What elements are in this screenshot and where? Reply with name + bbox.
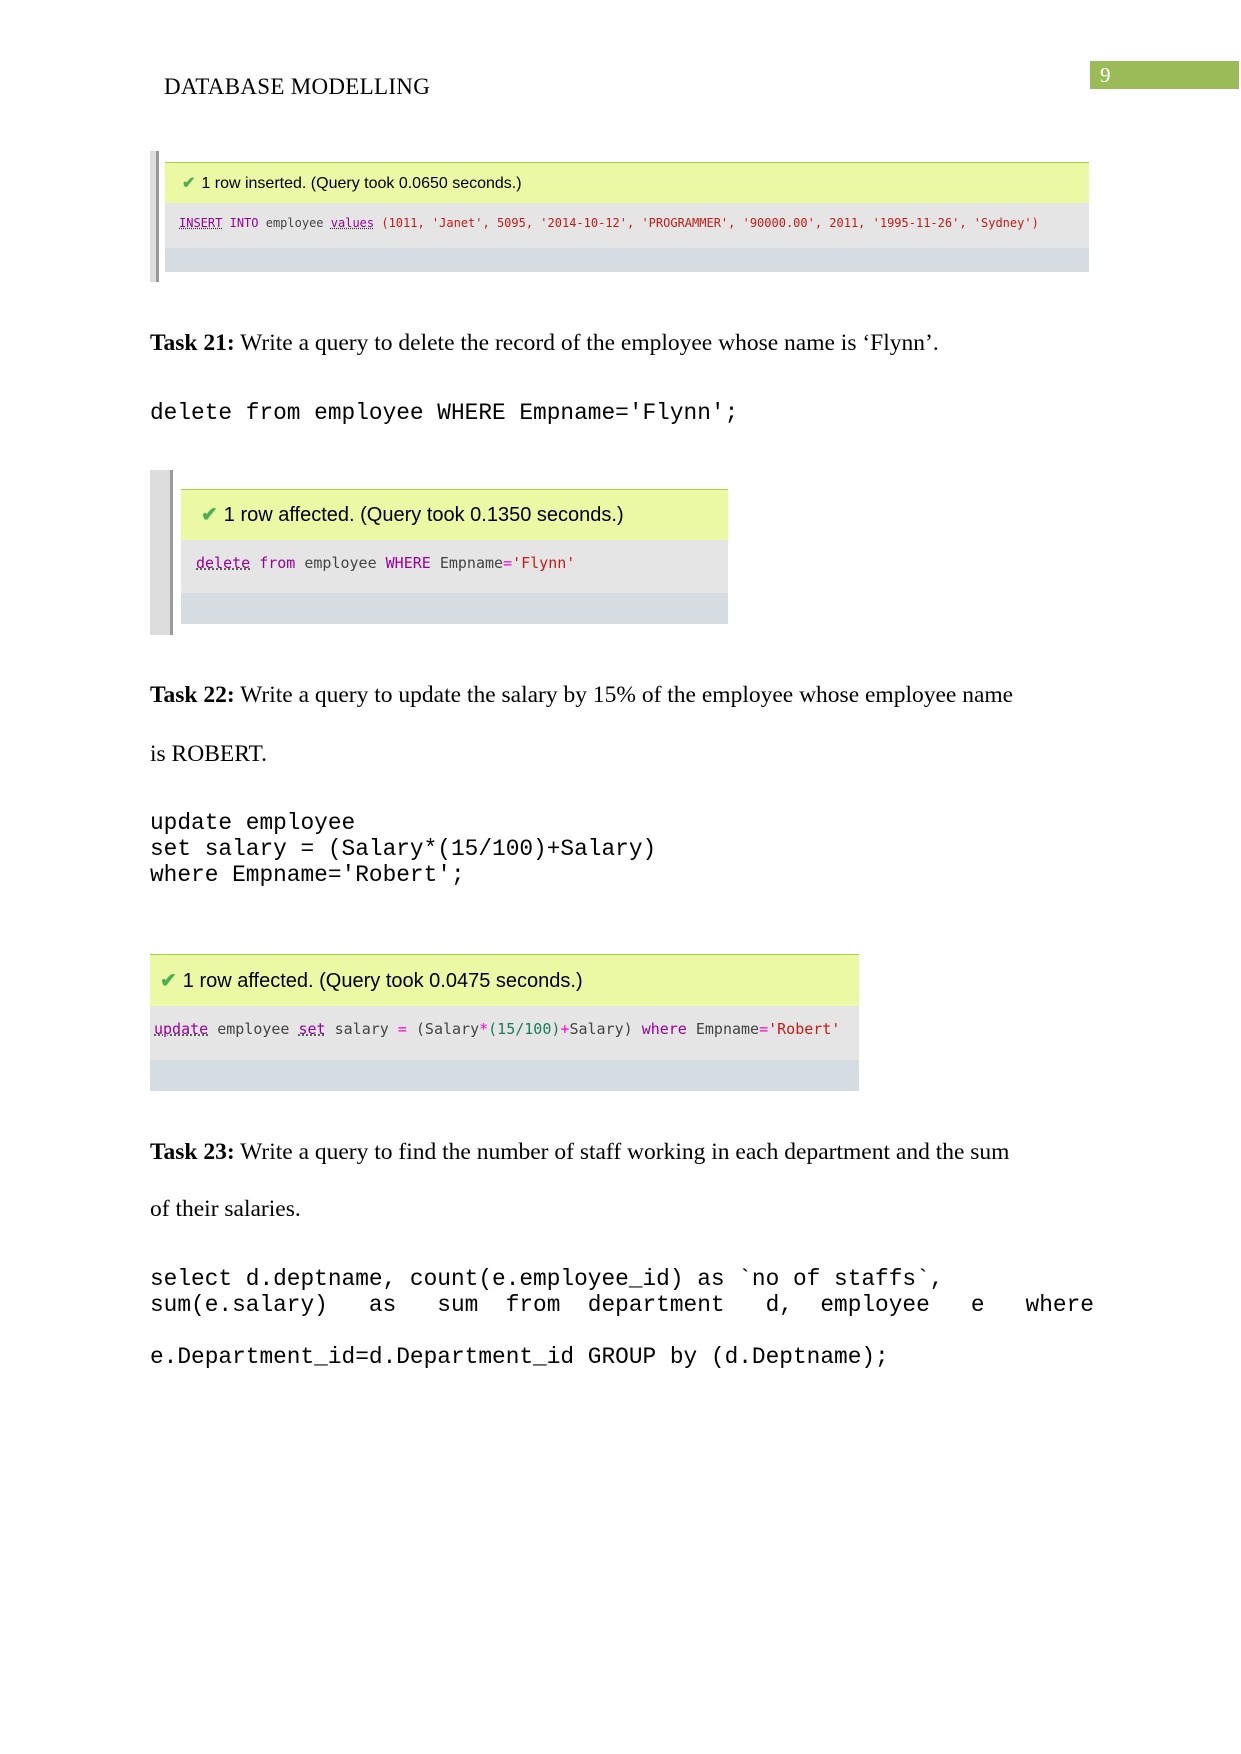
sql-expr: (15/100) bbox=[488, 1020, 561, 1038]
sql-statement: update employee set salary = (Salary*(15… bbox=[150, 1006, 859, 1060]
sql-keyword: update bbox=[154, 1020, 209, 1038]
sql-column: salary bbox=[334, 1020, 389, 1038]
delete-result-screenshot: ✔ 1 row affected. (Query took 0.1350 seco… bbox=[150, 470, 728, 635]
page-number: 9 bbox=[1100, 63, 1111, 87]
sql-operator: = bbox=[503, 554, 513, 572]
sql-expr: Salary) bbox=[569, 1020, 633, 1038]
task-22-code: update employee set salary = (Salary*(15… bbox=[150, 810, 657, 888]
sql-keyword: from bbox=[259, 554, 296, 572]
sql-statement: INSERT INTO employee values (1011, 'Jane… bbox=[165, 203, 1089, 248]
sql-string: 'Flynn' bbox=[512, 554, 576, 572]
sql-table: employee bbox=[265, 216, 324, 230]
sql-keyword: INSERT bbox=[179, 216, 223, 230]
success-message: ✔ 1 row affected. (Query took 0.0475 seco… bbox=[150, 954, 859, 1007]
task-description: Write a query to delete the record of th… bbox=[234, 330, 939, 356]
sql-operator: * bbox=[479, 1020, 489, 1038]
task-21-code: delete from employee WHERE Empname='Flyn… bbox=[150, 400, 739, 426]
task-label: Task 22: bbox=[150, 682, 235, 708]
task-description: Write a query to find the number of staf… bbox=[234, 1139, 1010, 1165]
message-text: 1 row affected. (Query took 0.0475 secon… bbox=[182, 970, 583, 992]
sql-keyword: delete bbox=[196, 554, 251, 572]
checkmark-icon: ✔ bbox=[160, 970, 177, 992]
sql-keyword: INTO bbox=[229, 216, 259, 230]
sql-keyword: where bbox=[641, 1020, 687, 1038]
message-text: 1 row affected. (Query took 0.1350 secon… bbox=[223, 504, 624, 526]
success-message: ✔ 1 row affected. (Query took 0.1350 seco… bbox=[181, 489, 728, 540]
sql-operator: = bbox=[397, 1020, 407, 1038]
sql-keyword: WHERE bbox=[385, 554, 431, 572]
task-22-text: Task 22: Write a query to update the sal… bbox=[150, 681, 1090, 709]
sql-keyword: values bbox=[330, 216, 375, 230]
sql-column: Empname bbox=[695, 1020, 760, 1038]
page-number-box: 9 bbox=[1090, 61, 1239, 89]
task-label: Task 23: bbox=[150, 1139, 235, 1165]
task-23-text-cont: of their salaries. bbox=[150, 1196, 301, 1222]
sql-statement: delete from employee WHERE Empname='Flyn… bbox=[181, 540, 728, 593]
sql-table: employee bbox=[304, 554, 377, 572]
task-23-text: Task 23: Write a query to find the numbe… bbox=[150, 1138, 1090, 1166]
sql-values: (1011, 'Janet', 5095, '2014-10-12', 'PRO… bbox=[381, 216, 1039, 230]
panel-footer bbox=[165, 248, 1089, 272]
success-message: ✔ 1 row inserted. (Query took 0.0650 seco… bbox=[165, 162, 1089, 204]
message-text: 1 row inserted. (Query took 0.0650 secon… bbox=[201, 175, 522, 192]
update-result-screenshot: ✔ 1 row affected. (Query took 0.0475 seco… bbox=[150, 954, 859, 1091]
sql-column: Empname bbox=[439, 554, 504, 572]
sql-string: 'Robert' bbox=[768, 1020, 841, 1038]
panel-footer bbox=[181, 593, 728, 624]
task-label: Task 21: bbox=[150, 330, 235, 356]
task-23-code-line-2: sum(e.salary) as sum from department d, … bbox=[150, 1292, 1094, 1318]
task-23-code-line-3: e.Department_id=d.Department_id GROUP by… bbox=[150, 1344, 889, 1370]
task-description: Write a query to update the salary by 15… bbox=[234, 682, 1014, 708]
checkmark-icon: ✔ bbox=[201, 504, 218, 526]
task-23-code-line-1: select d.deptname, count(e.employee_id) … bbox=[150, 1266, 944, 1292]
insert-result-screenshot: ✔ 1 row inserted. (Query took 0.0650 seco… bbox=[150, 151, 1089, 282]
running-header: DATABASE MODELLING bbox=[164, 74, 431, 99]
sql-expr: (Salary bbox=[415, 1020, 480, 1038]
checkmark-icon: ✔ bbox=[182, 175, 196, 192]
sql-table: employee bbox=[217, 1020, 290, 1038]
task-21-text: Task 21: Write a query to delete the rec… bbox=[150, 329, 1090, 357]
sql-keyword: set bbox=[298, 1020, 326, 1038]
panel-border bbox=[150, 151, 159, 282]
panel-border bbox=[150, 470, 173, 635]
task-22-text-cont: is ROBERT. bbox=[150, 741, 267, 767]
sql-operator: = bbox=[759, 1020, 769, 1038]
panel-footer bbox=[150, 1060, 859, 1091]
